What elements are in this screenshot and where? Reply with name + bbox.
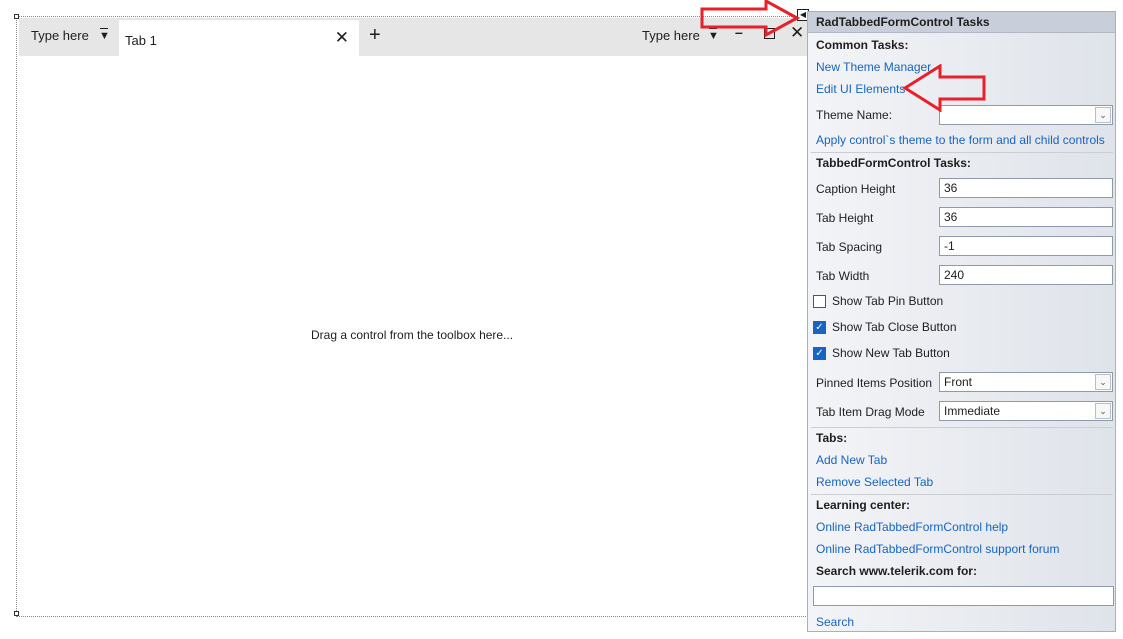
chevron-down-icon[interactable]: ▼ — [99, 28, 110, 42]
tabbed-form-frame[interactable] — [16, 16, 822, 617]
show-tab-pin-checkbox[interactable] — [813, 295, 826, 308]
apply-theme-link[interactable]: Apply control`s theme to the form and al… — [816, 133, 1105, 147]
show-new-tab-label: Show New Tab Button — [832, 346, 950, 360]
online-help-link[interactable]: Online RadTabbedFormControl help — [816, 520, 1008, 534]
tab-width-input[interactable] — [939, 265, 1113, 285]
common-tasks-heading: Common Tasks: — [816, 38, 909, 52]
chevron-down-icon[interactable]: ⌄ — [1095, 403, 1111, 419]
chevron-down-icon[interactable]: ⌄ — [1095, 374, 1111, 390]
right-type-here-label[interactable]: Type here — [642, 28, 700, 43]
learning-center-heading: Learning center: — [816, 498, 911, 512]
left-type-here-label[interactable]: Type here — [31, 28, 89, 43]
tab-1[interactable]: Tab 1 ✕ — [119, 20, 359, 56]
drag-mode-value: Immediate — [944, 404, 1001, 418]
remove-selected-tab-link[interactable]: Remove Selected Tab — [816, 475, 933, 489]
edit-ui-elements-link[interactable]: Edit UI Elements — [816, 82, 905, 96]
show-tab-pin-label: Show Tab Pin Button — [832, 294, 944, 308]
pinned-position-dropdown[interactable]: Front ⌄ — [939, 372, 1113, 392]
annotation-arrow-right-icon — [700, 0, 800, 38]
chevron-down-icon[interactable]: ⌄ — [1095, 107, 1111, 123]
task-panel-title: RadTabbedFormControl Tasks — [808, 12, 1115, 33]
pinned-position-label: Pinned Items Position — [816, 376, 933, 390]
theme-name-label: Theme Name: — [816, 108, 893, 122]
tab-spacing-label: Tab Spacing — [816, 240, 883, 254]
annotation-arrow-left-icon — [902, 64, 986, 112]
close-icon[interactable]: ✕ — [335, 29, 349, 46]
tab-strip: Type here ▼ Tab 1 ✕ + Type here ▼ – ✕ — [19, 18, 811, 56]
tab-1-label: Tab 1 — [125, 33, 157, 48]
caption-height-input[interactable] — [939, 178, 1113, 198]
show-tab-close-checkbox[interactable]: ✓ — [813, 321, 826, 334]
tab-spacing-input[interactable] — [939, 236, 1113, 256]
search-heading: Search www.telerik.com for: — [816, 564, 977, 578]
add-new-tab-link[interactable]: Add New Tab — [816, 453, 887, 467]
show-new-tab-checkbox[interactable]: ✓ — [813, 347, 826, 360]
caption-height-label: Caption Height — [816, 182, 896, 196]
tab-width-label: Tab Width — [816, 269, 870, 283]
search-link[interactable]: Search — [816, 615, 854, 629]
support-forum-link[interactable]: Online RadTabbedFormControl support foru… — [816, 542, 1059, 556]
search-input[interactable] — [813, 586, 1114, 606]
separator — [811, 427, 1113, 428]
separator — [811, 152, 1113, 153]
tabs-heading: Tabs: — [816, 431, 848, 445]
resize-grip-bottom-left[interactable] — [14, 611, 19, 616]
pinned-position-value: Front — [944, 375, 973, 389]
separator — [811, 494, 1113, 495]
new-tab-button[interactable]: + — [369, 25, 381, 45]
tabbed-form-tasks-heading: TabbedFormControl Tasks: — [816, 156, 971, 170]
drag-mode-dropdown[interactable]: Immediate ⌄ — [939, 401, 1113, 421]
empty-form-hint: Drag a control from the toolbox here... — [311, 328, 514, 342]
show-tab-close-label: Show Tab Close Button — [832, 320, 957, 334]
drag-mode-label: Tab Item Drag Mode — [816, 405, 925, 419]
tab-height-label: Tab Height — [816, 211, 874, 225]
tab-height-input[interactable] — [939, 207, 1113, 227]
